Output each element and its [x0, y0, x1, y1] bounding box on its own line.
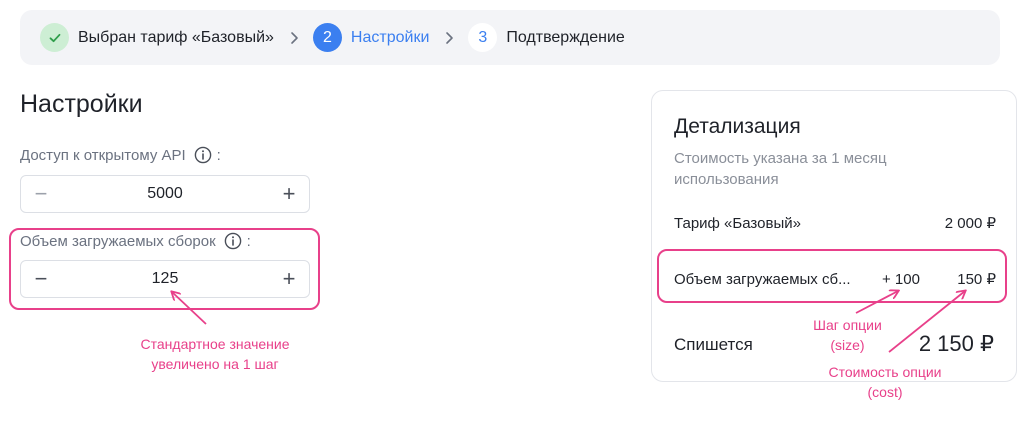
step-label: Настройки — [350, 28, 430, 46]
page-title: Настройки — [20, 90, 143, 118]
details-subtitle: Стоимость указана за 1 месяц использован… — [674, 150, 887, 188]
builds-field-label: Объем загружаемых сборок : — [20, 232, 251, 250]
api-quantity-stepper: − 5000 + — [20, 175, 310, 213]
api-field-label: Доступ к открытому API : — [20, 146, 221, 164]
details-title: Детализация — [674, 115, 801, 138]
progress-stepper: Выбран тариф «Базовый» 2 Настройки 3 Под… — [20, 10, 1000, 65]
total-label: Спишется — [674, 335, 753, 354]
step-label: Выбран тариф «Базовый» — [78, 28, 274, 46]
api-value[interactable]: 5000 — [61, 185, 269, 203]
info-icon[interactable] — [224, 232, 242, 250]
check-icon — [40, 23, 69, 52]
step-confirmation[interactable]: 3 Подтверждение — [468, 23, 625, 52]
highlight-option-row — [657, 249, 1007, 303]
decrement-button[interactable]: − — [21, 176, 61, 212]
builds-quantity-stepper: − 125 + — [20, 260, 310, 298]
annotation-option-step: Шаг опции (size) — [813, 317, 882, 353]
chevron-right-icon — [444, 31, 454, 45]
step-number: 3 — [468, 23, 498, 52]
total-value: 2 150 ₽ — [918, 331, 994, 356]
tariff-price: 2 000 ₽ — [944, 215, 996, 232]
label-colon: : — [216, 146, 221, 164]
tariff-row: Тариф «Базовый» 2 000 ₽ — [674, 214, 996, 233]
info-icon[interactable] — [194, 146, 212, 164]
builds-value[interactable]: 125 — [61, 270, 269, 288]
step-number: 2 — [312, 23, 342, 52]
annotation-option-cost: Стоимость опции (cost) — [828, 364, 942, 400]
builds-label-text: Объем загружаемых сборок — [20, 232, 216, 250]
tariff-name: Тариф «Базовый» — [674, 214, 801, 232]
decrement-button[interactable]: − — [21, 261, 61, 297]
step-label: Подтверждение — [506, 28, 625, 46]
increment-button[interactable]: + — [269, 176, 309, 212]
label-colon: : — [246, 232, 251, 250]
api-label-text: Доступ к открытому API — [20, 146, 186, 164]
annotation-default-value: Стандартное значение увеличено на 1 шаг — [140, 336, 290, 372]
chevron-right-icon — [289, 31, 299, 45]
step-tariff[interactable]: Выбран тариф «Базовый» — [40, 23, 274, 52]
step-settings[interactable]: 2 Настройки — [312, 23, 430, 52]
increment-button[interactable]: + — [269, 261, 309, 297]
